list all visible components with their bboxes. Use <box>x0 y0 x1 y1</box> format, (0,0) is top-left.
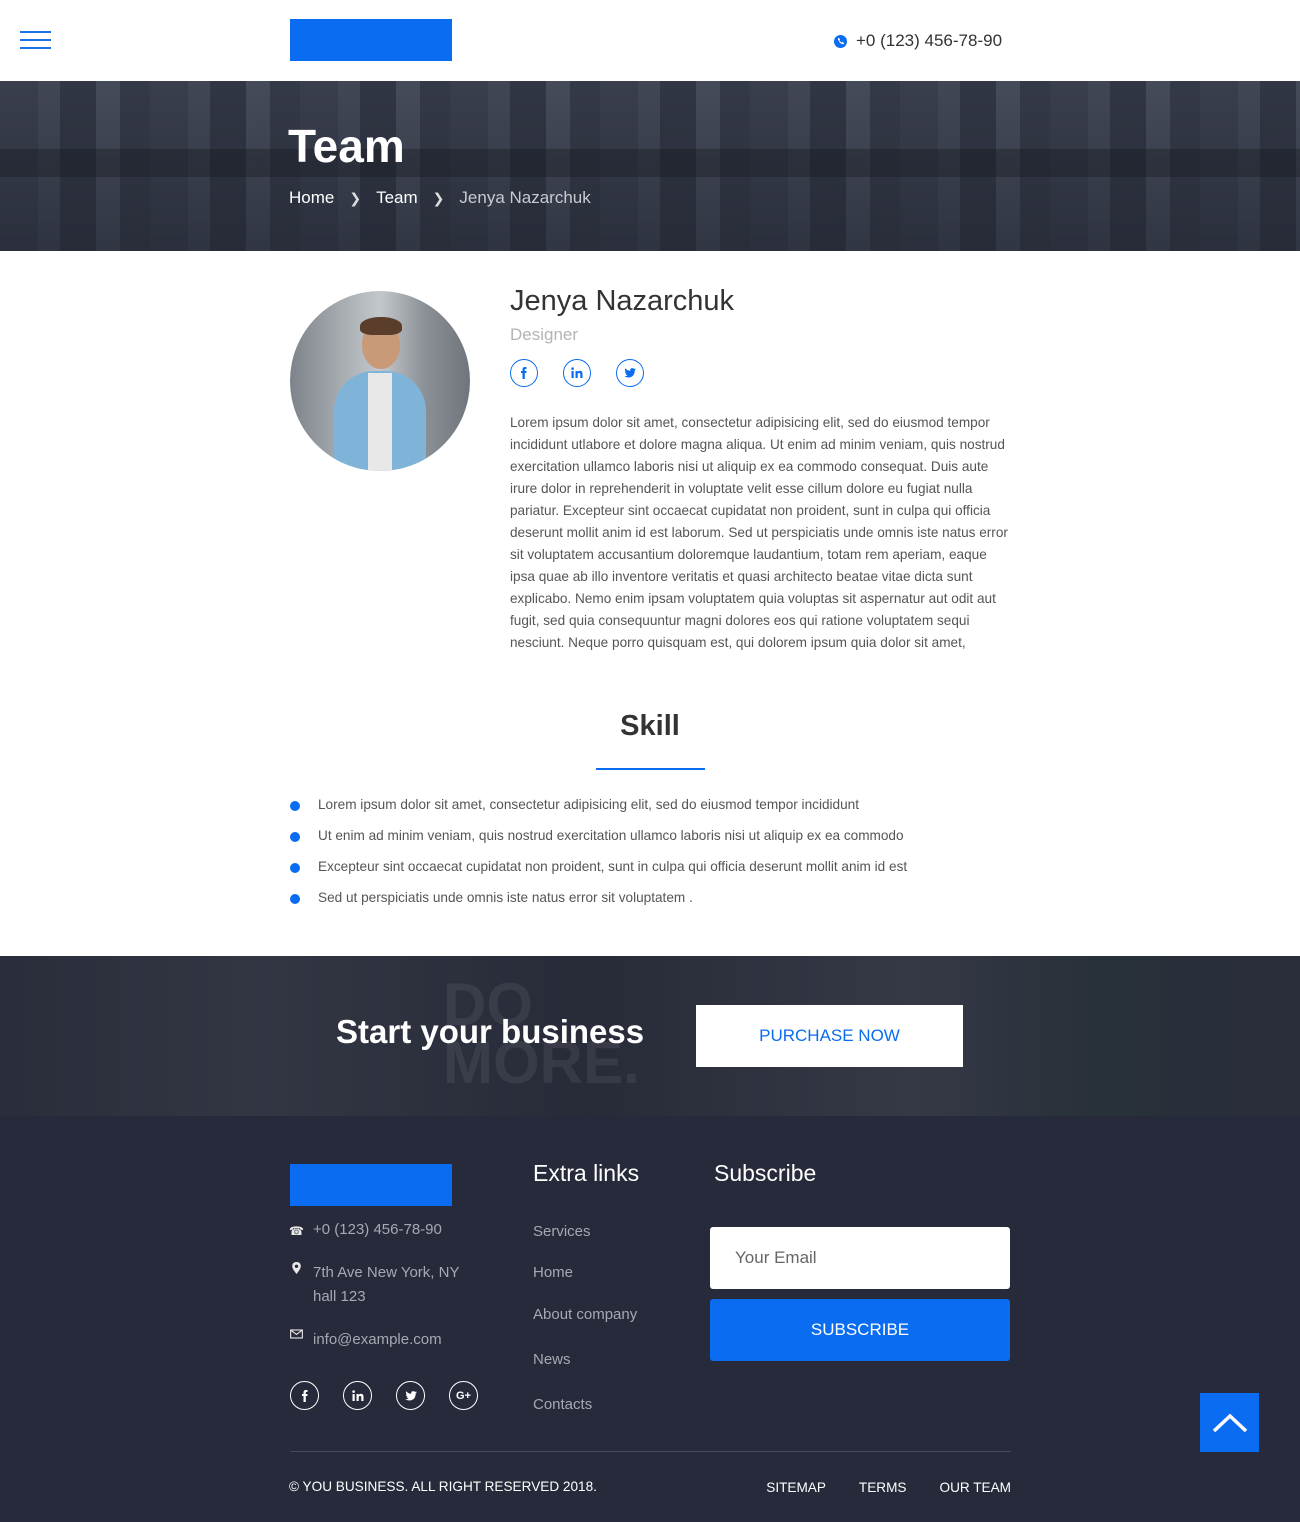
address-line: hall 123 <box>313 1288 366 1305</box>
header-phone: +0 (123) 456-78-90 <box>834 30 1002 52</box>
cta-banner: DO MORE. Start your business PURCHASE NO… <box>0 956 1300 1116</box>
skill-text: Lorem ipsum dolor sit amet, consectetur … <box>318 797 859 812</box>
footer-link-home[interactable]: Home <box>533 1264 573 1281</box>
twitter-icon[interactable] <box>396 1381 425 1410</box>
bullet-icon <box>290 801 300 811</box>
bottom-links: SITEMAP TERMS OUR TEAM <box>766 1480 1011 1495</box>
logo[interactable] <box>290 19 452 61</box>
map-pin-icon <box>290 1261 303 1309</box>
footer-logo[interactable] <box>290 1164 452 1206</box>
skill-underline <box>596 768 705 770</box>
footer-link-news[interactable]: News <box>533 1351 571 1368</box>
breadcrumb-team[interactable]: Team <box>376 188 418 208</box>
chevron-up-icon <box>1212 1413 1247 1432</box>
email-field[interactable] <box>710 1227 1010 1289</box>
linkedin-icon[interactable] <box>563 359 591 387</box>
sitemap-link[interactable]: SITEMAP <box>766 1480 826 1495</box>
list-item: Lorem ipsum dolor sit amet, consectetur … <box>290 794 907 825</box>
skill-heading: Skill <box>620 710 680 742</box>
list-item: Sed ut perspiciatis unde omnis iste natu… <box>290 887 907 918</box>
cta-title: Start your business <box>336 1013 645 1050</box>
site-footer <box>0 1116 1300 1522</box>
avatar <box>290 291 470 471</box>
bullet-icon <box>290 894 300 904</box>
extra-links-title: Extra links <box>533 1160 640 1186</box>
phone-icon: ☎ <box>289 1224 304 1238</box>
profile-social-links <box>510 359 644 387</box>
list-item: Ut enim ad minim veniam, quis nostrud ex… <box>290 825 907 856</box>
footer-link-contacts[interactable]: Contacts <box>533 1396 592 1413</box>
bullet-icon <box>290 832 300 842</box>
skill-text: Ut enim ad minim veniam, quis nostrud ex… <box>318 828 904 843</box>
skill-text: Sed ut perspiciatis unde omnis iste natu… <box>318 890 693 905</box>
footer-email: info@example.com <box>290 1328 442 1352</box>
footer-phone-number[interactable]: +0 (123) 456-78-90 <box>313 1218 442 1243</box>
purchase-now-button[interactable]: PURCHASE NOW <box>696 1005 963 1067</box>
footer-social-links: G+ <box>290 1381 478 1410</box>
skill-text: Excepteur sint occaecat cupidatat non pr… <box>318 859 908 874</box>
page-hero: Team Home ❯ Team ❯ Jenya Nazarchuk <box>0 81 1300 251</box>
footer-link-about[interactable]: About company <box>533 1306 637 1323</box>
person-role: Designer <box>510 325 579 344</box>
facebook-icon[interactable] <box>290 1381 319 1410</box>
our-team-link[interactable]: OUR TEAM <box>940 1480 1012 1495</box>
subscribe-button[interactable]: SUBSCRIBE <box>710 1299 1010 1361</box>
subscribe-title: Subscribe <box>714 1160 817 1186</box>
facebook-icon[interactable] <box>510 359 538 387</box>
back-to-top-button[interactable] <box>1200 1393 1259 1452</box>
person-bio: Lorem ipsum dolor sit amet, consectetur … <box>510 415 1008 650</box>
chevron-right-icon: ❯ <box>349 189 362 206</box>
chevron-right-icon: ❯ <box>432 189 445 206</box>
person-name: Jenya Nazarchuk <box>510 285 735 317</box>
terms-link[interactable]: TERMS <box>859 1480 907 1495</box>
footer-divider <box>290 1451 1011 1452</box>
google-plus-icon[interactable]: G+ <box>449 1381 478 1410</box>
menu-icon[interactable] <box>20 31 51 50</box>
linkedin-icon[interactable] <box>343 1381 372 1410</box>
footer-link-services[interactable]: Services <box>533 1223 591 1240</box>
footer-address: 7th Ave New York, NY hall 123 <box>290 1261 459 1309</box>
phone-icon <box>834 34 847 48</box>
mail-icon <box>290 1328 303 1352</box>
footer-phone: ☎ +0 (123) 456-78-90 <box>289 1218 442 1243</box>
header-phone-number[interactable]: +0 (123) 456-78-90 <box>856 31 1002 51</box>
breadcrumb-home[interactable]: Home <box>289 188 334 208</box>
address-line: 7th Ave New York, NY <box>313 1264 460 1281</box>
site-header: +0 (123) 456-78-90 <box>0 0 1300 81</box>
breadcrumb: Home ❯ Team ❯ Jenya Nazarchuk <box>289 188 591 208</box>
list-item: Excepteur sint occaecat cupidatat non pr… <box>290 856 907 887</box>
footer-email-address[interactable]: info@example.com <box>313 1328 442 1352</box>
bullet-icon <box>290 863 300 873</box>
skill-list: Lorem ipsum dolor sit amet, consectetur … <box>290 794 907 918</box>
copyright: © YOU BUSINESS. ALL RIGHT RESERVED 2018. <box>289 1479 597 1494</box>
page-title: Team <box>288 120 405 172</box>
breadcrumb-current: Jenya Nazarchuk <box>459 188 591 207</box>
twitter-icon[interactable] <box>616 359 644 387</box>
